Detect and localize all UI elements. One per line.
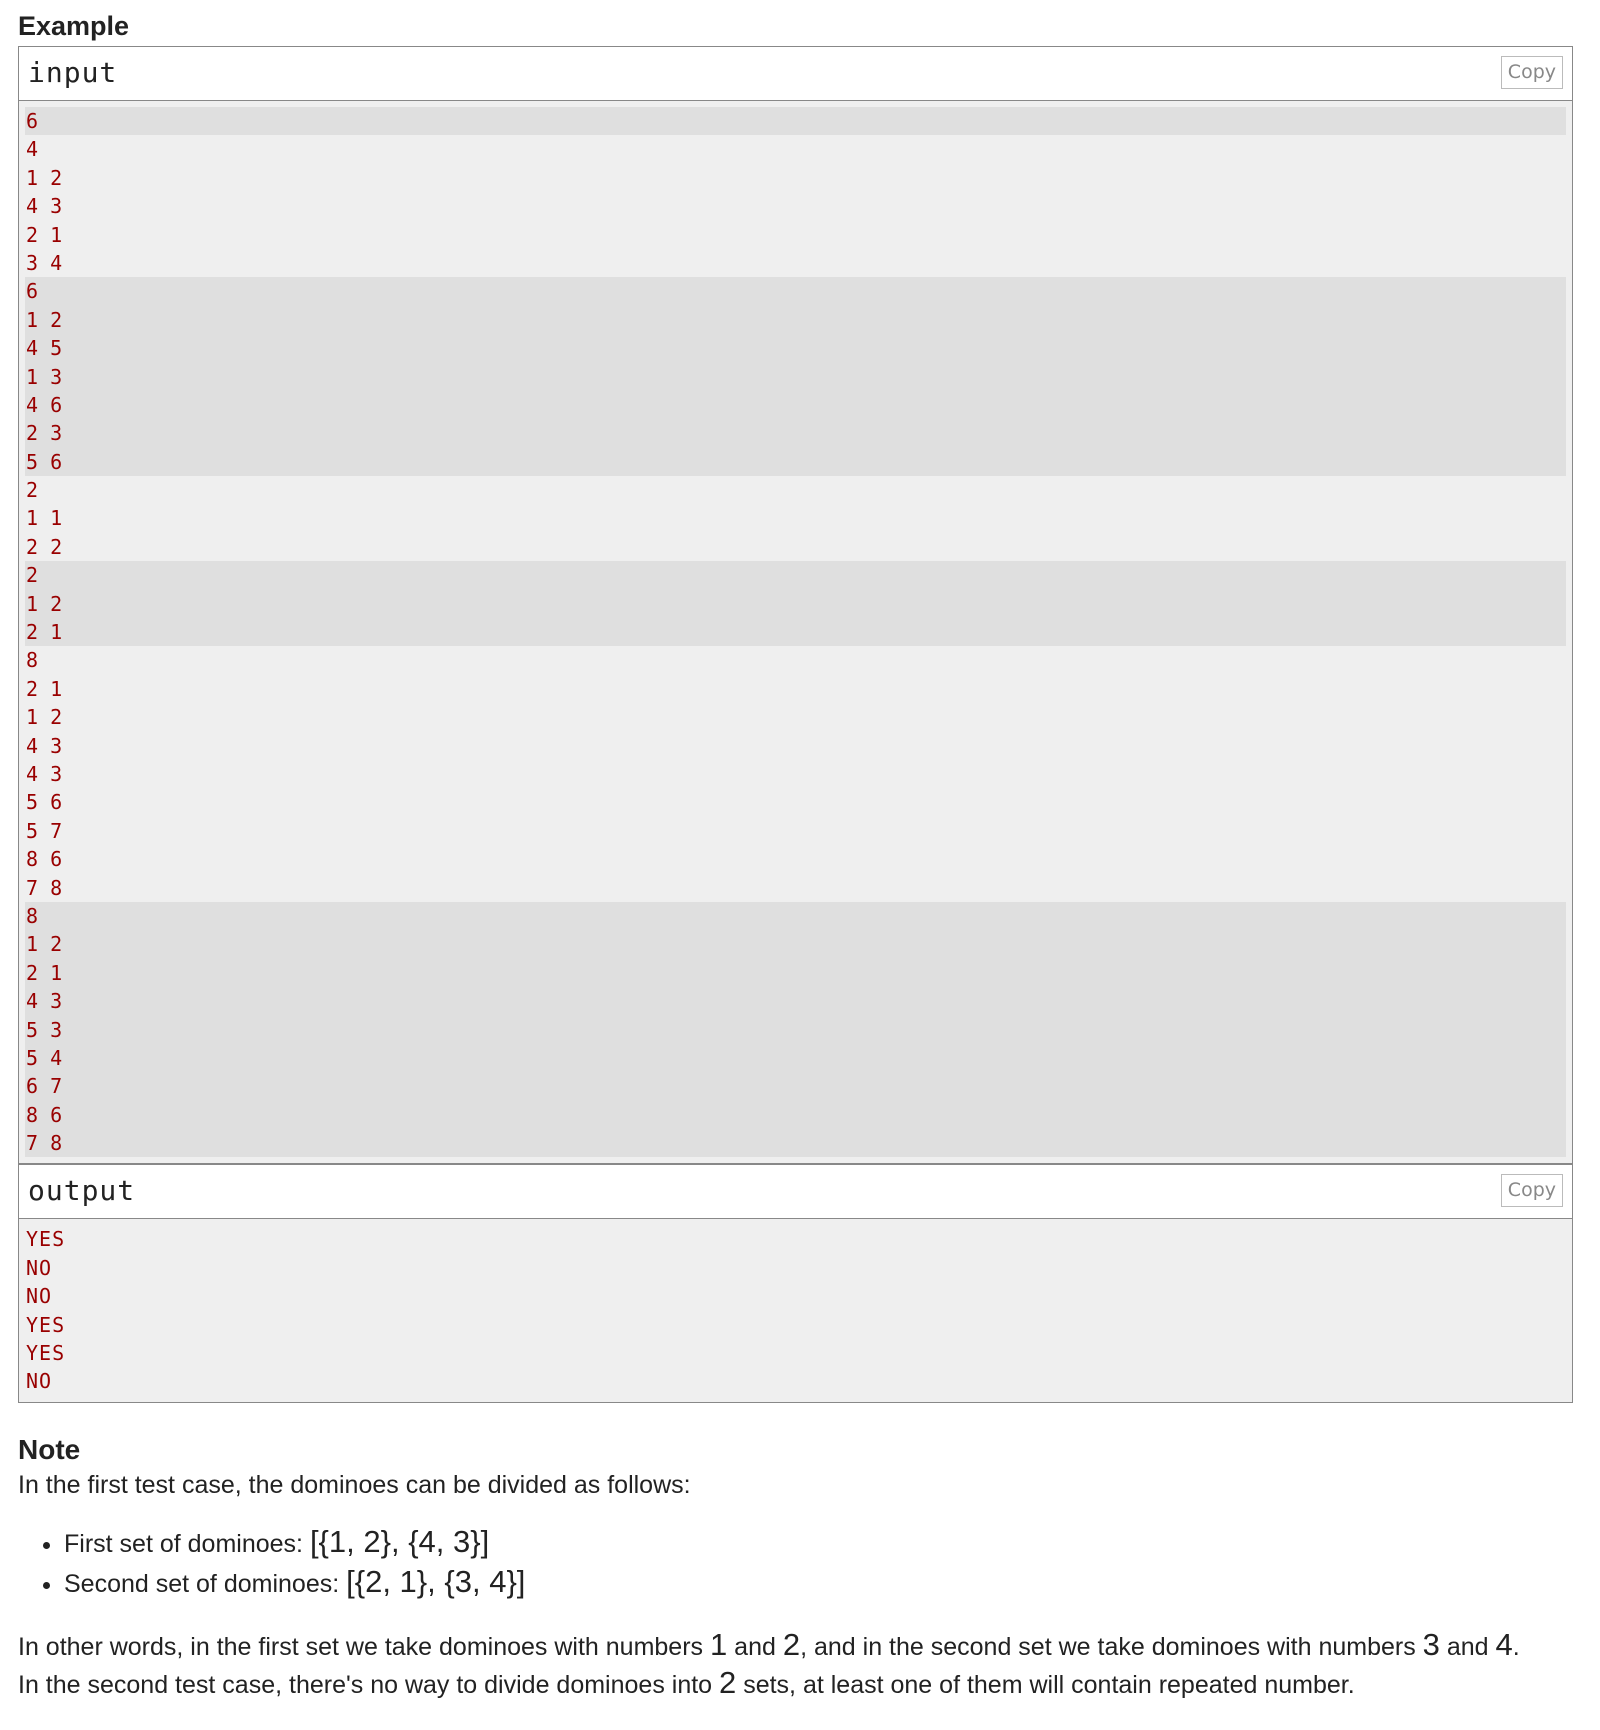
note-intro: In the first test case, the dominoes can… bbox=[18, 1470, 691, 1499]
set-math: [{1, 2}, {4, 3}] bbox=[309, 1523, 490, 1559]
set-label: Second set of dominoes: bbox=[64, 1569, 347, 1598]
text: In other words, in the first set we take… bbox=[18, 1632, 710, 1661]
input-line: 5 6 bbox=[25, 447, 1566, 477]
example-title: Example bbox=[18, 11, 130, 41]
output-line: YES bbox=[26, 1312, 66, 1337]
input-line: 8 6 bbox=[25, 1100, 1566, 1130]
input-line: 8 bbox=[25, 901, 1566, 931]
output-section: output Copy YES NO NO YES YES NO bbox=[19, 1163, 1572, 1401]
input-line: 1 2 bbox=[25, 305, 1566, 335]
copy-output-button[interactable]: Copy bbox=[1500, 1174, 1563, 1208]
input-line: 5 3 bbox=[25, 1015, 1566, 1044]
set-label: First set of dominoes: bbox=[64, 1529, 310, 1558]
input-line: 8 bbox=[26, 648, 39, 673]
copy-input-button[interactable]: Copy bbox=[1500, 56, 1563, 89]
output-line: YES bbox=[26, 1227, 66, 1252]
input-line: 5 6 bbox=[26, 790, 63, 815]
problem-example-page: Example input Copy 641 24 32 13 461 24 5… bbox=[18, 0, 1573, 1703]
input-line: 1 1 bbox=[26, 506, 63, 531]
input-line: 4 3 bbox=[26, 194, 63, 219]
input-line: 2 1 bbox=[26, 222, 63, 247]
output-line: NO bbox=[26, 1369, 53, 1394]
note-paragraph-1: In other words, in the first set we take… bbox=[18, 1627, 1573, 1665]
input-line: 7 8 bbox=[25, 1129, 1566, 1158]
input-line: 5 4 bbox=[25, 1043, 1566, 1073]
domino-sets-list: First set of dominoes: [{1, 2}, {4, 3}] … bbox=[18, 1523, 1573, 1603]
input-line: 7 8 bbox=[26, 875, 63, 900]
input-line: 4 3 bbox=[26, 733, 63, 758]
sample-test-box: input Copy 641 24 32 13 461 24 51 34 62 … bbox=[18, 46, 1573, 1403]
input-line: 2 2 bbox=[26, 534, 63, 559]
input-line: 2 1 bbox=[25, 618, 1566, 647]
input-label: input bbox=[28, 56, 118, 89]
input-line: 4 6 bbox=[25, 390, 1566, 420]
input-line: 3 4 bbox=[26, 250, 63, 275]
input-line: 2 1 bbox=[26, 676, 63, 701]
output-label: output bbox=[28, 1174, 136, 1208]
text: and bbox=[1439, 1632, 1496, 1661]
text: , and in the second set we take dominoes… bbox=[800, 1632, 1423, 1661]
note-title: Note bbox=[18, 1433, 81, 1465]
output-line: YES bbox=[26, 1341, 66, 1366]
input-line: 4 3 bbox=[26, 761, 63, 786]
input-line: 1 2 bbox=[25, 589, 1566, 619]
input-line: 5 7 bbox=[26, 818, 63, 843]
text: In the second test case, there's no way … bbox=[18, 1670, 720, 1699]
input-line: 4 3 bbox=[25, 987, 1566, 1016]
math-number: 2 bbox=[719, 1664, 737, 1700]
math-number: 3 bbox=[1422, 1626, 1440, 1662]
input-content[interactable]: 641 24 32 13 461 24 51 34 62 35 621 12 2… bbox=[19, 101, 1572, 1163]
input-line: 8 6 bbox=[26, 847, 63, 872]
input-header: input Copy bbox=[19, 47, 1572, 101]
output-header: output Copy bbox=[19, 1165, 1572, 1220]
input-line: 1 2 bbox=[26, 165, 63, 190]
input-line: 4 bbox=[26, 137, 39, 162]
output-content[interactable]: YES NO NO YES YES NO bbox=[19, 1219, 1572, 1401]
math-number: 4 bbox=[1495, 1626, 1513, 1662]
output-line: NO bbox=[26, 1255, 53, 1280]
input-line: 2 1 bbox=[25, 958, 1566, 988]
input-line: 2 bbox=[25, 561, 1566, 590]
input-line: 2 3 bbox=[25, 419, 1566, 448]
list-item: First set of dominoes: [{1, 2}, {4, 3}] bbox=[64, 1523, 1573, 1563]
text: . bbox=[1512, 1632, 1520, 1661]
note-paragraph-2: In the second test case, there's no way … bbox=[18, 1665, 1573, 1703]
math-number: 2 bbox=[782, 1626, 801, 1662]
input-line: 1 2 bbox=[25, 930, 1566, 959]
input-line: 6 bbox=[25, 277, 1566, 306]
output-line: NO bbox=[26, 1284, 53, 1309]
set-math: [{2, 1}, {3, 4}] bbox=[346, 1563, 526, 1599]
list-item: Second set of dominoes: [{2, 1}, {3, 4}] bbox=[64, 1563, 1573, 1603]
text: and bbox=[727, 1632, 783, 1661]
text: sets, at least one of them will contain … bbox=[736, 1670, 1355, 1699]
input-line: 2 bbox=[26, 478, 39, 503]
math-number: 1 bbox=[709, 1626, 728, 1662]
input-line: 6 7 bbox=[25, 1072, 1566, 1101]
input-line: 4 5 bbox=[25, 334, 1566, 363]
input-line: 1 2 bbox=[26, 705, 63, 730]
input-line: 1 3 bbox=[25, 362, 1566, 391]
input-line: 6 bbox=[25, 107, 1566, 136]
